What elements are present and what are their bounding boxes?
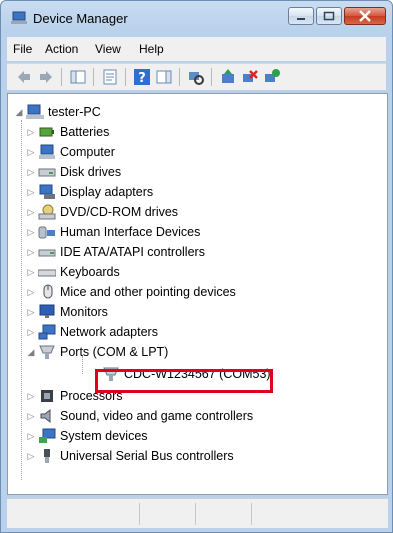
minimize-button[interactable] xyxy=(288,7,314,25)
computer-icon xyxy=(39,144,55,159)
device-manager-icon xyxy=(11,11,27,24)
usb-icon xyxy=(44,449,50,463)
uninstall-icon[interactable] xyxy=(241,68,259,86)
forward-icon[interactable] xyxy=(37,68,55,86)
network-adapter-icon xyxy=(38,324,56,340)
expand-arrow-icon[interactable]: ▷ xyxy=(26,267,36,278)
show-hide-console-tree-icon[interactable] xyxy=(69,68,87,86)
close-icon xyxy=(359,10,371,22)
keyboard-icon xyxy=(38,269,56,277)
mouse-icon xyxy=(43,284,53,299)
expand-arrow-icon[interactable]: ▷ xyxy=(26,127,36,138)
back-icon[interactable] xyxy=(15,68,33,86)
tree-root-label: tester-PC xyxy=(48,105,101,119)
update-driver-icon[interactable] xyxy=(219,68,237,86)
menu-bar: File Action View Help xyxy=(7,37,386,61)
computer-icon xyxy=(26,104,44,119)
expand-arrow-icon[interactable]: ▷ xyxy=(26,431,36,442)
port-icon xyxy=(39,345,55,359)
scan-hardware-icon[interactable] xyxy=(187,68,205,86)
enable-device-icon[interactable] xyxy=(263,68,281,86)
status-bar xyxy=(7,498,388,528)
help-icon[interactable]: ? xyxy=(133,68,151,86)
highlight-box xyxy=(95,369,273,393)
properties-icon[interactable] xyxy=(101,68,119,86)
close-button[interactable] xyxy=(344,7,386,25)
tree-item-monitors[interactable]: ▷ Monitors xyxy=(26,302,108,322)
tree-item-human-interface-devices[interactable]: ▷ Human Interface Devices xyxy=(26,222,201,242)
expand-arrow-icon[interactable]: ▷ xyxy=(26,247,36,258)
processor-icon xyxy=(41,390,53,402)
sound-icon xyxy=(40,408,51,424)
dvd-drive-icon xyxy=(38,204,56,220)
menu-file[interactable]: File xyxy=(13,42,32,56)
tree-item-sound-video-game[interactable]: ▷ Sound, video and game controllers xyxy=(26,406,253,426)
tree-item-computer[interactable]: ▷ Computer xyxy=(26,142,115,162)
maximize-button[interactable] xyxy=(316,7,342,25)
tree-item-system-devices[interactable]: ▷ System devices xyxy=(26,426,148,446)
menu-view[interactable]: View xyxy=(95,42,121,56)
minimize-icon xyxy=(297,18,305,20)
battery-icon xyxy=(39,127,54,137)
expand-arrow-icon[interactable]: ▷ xyxy=(26,147,36,158)
disk-drive-icon xyxy=(38,168,56,177)
ide-controller-icon xyxy=(38,249,56,257)
expand-arrow-icon[interactable]: ▷ xyxy=(26,187,36,198)
expand-arrow-icon[interactable]: ▷ xyxy=(26,451,36,462)
expand-arrow-icon[interactable]: ▷ xyxy=(26,227,36,238)
tree-item-disk-drives[interactable]: ▷ Disk drives xyxy=(26,162,122,182)
tree-item-ports[interactable]: ◢ Ports (COM & LPT) xyxy=(26,342,168,362)
tree-item-display-adapters[interactable]: ▷ Display adapters xyxy=(26,182,153,202)
window-title: Device Manager xyxy=(33,11,128,26)
menu-help[interactable]: Help xyxy=(139,42,164,56)
tree-item-mice[interactable]: ▷ Mice and other pointing devices xyxy=(26,282,236,302)
tree-item-batteries[interactable]: ▷ Batteries xyxy=(26,122,110,142)
tree-item-network-adapters[interactable]: ▷ Network adapters xyxy=(26,322,158,342)
tree-item-usb-controllers[interactable]: ▷ Universal Serial Bus controllers xyxy=(26,446,234,466)
monitor-icon xyxy=(39,304,55,318)
hid-icon xyxy=(38,226,55,239)
svg-text:?: ? xyxy=(138,71,146,86)
tree-item-ide-ata-atapi-controllers[interactable]: ▷ IDE ATA/ATAPI controllers xyxy=(26,242,205,262)
tree-root[interactable]: ◢ tester-PC xyxy=(14,102,101,122)
expand-arrow-icon[interactable]: ▷ xyxy=(26,391,36,402)
display-adapter-icon xyxy=(39,184,55,199)
tree-item-keyboards[interactable]: ▷ Keyboards xyxy=(26,262,120,282)
expand-arrow-icon[interactable]: ▷ xyxy=(26,287,36,298)
system-device-icon xyxy=(39,428,56,443)
device-manager-window: Device Manager File Action View Help ? ◢… xyxy=(0,0,393,533)
title-bar[interactable]: Device Manager xyxy=(1,1,392,35)
expand-arrow-icon[interactable]: ▷ xyxy=(26,327,36,338)
collapse-arrow-icon[interactable]: ◢ xyxy=(26,347,36,358)
action-pane-icon[interactable] xyxy=(155,68,173,86)
collapse-arrow-icon[interactable]: ◢ xyxy=(14,107,24,118)
device-tree: ◢ tester-PC ▷ Batteries ▷ Computer ▷ Dis… xyxy=(7,93,388,495)
menu-action[interactable]: Action xyxy=(45,42,78,56)
maximize-icon xyxy=(323,11,335,21)
toolbar: ? xyxy=(7,63,386,90)
expand-arrow-icon[interactable]: ▷ xyxy=(26,207,36,218)
expand-arrow-icon[interactable]: ▷ xyxy=(26,307,36,318)
tree-item-dvd-cd-rom-drives[interactable]: ▷ DVD/CD-ROM drives xyxy=(26,202,178,222)
expand-arrow-icon[interactable]: ▷ xyxy=(26,167,36,178)
expand-arrow-icon[interactable]: ▷ xyxy=(26,411,36,422)
